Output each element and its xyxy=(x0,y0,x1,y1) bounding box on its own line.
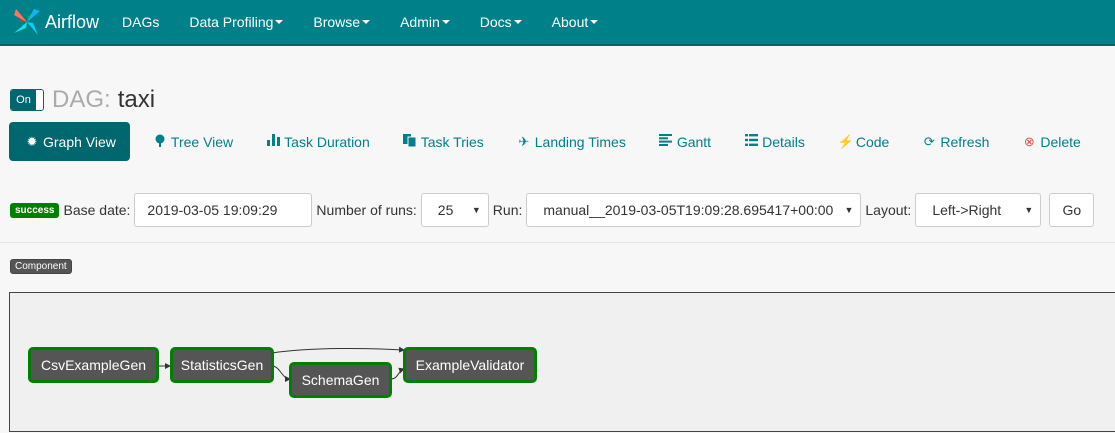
task-node-schemagen[interactable]: SchemaGen xyxy=(289,362,392,398)
nav-docs-label: Docs xyxy=(479,14,512,30)
tab-label: Delete xyxy=(1040,133,1081,150)
nav-data-profiling[interactable]: Data Profiling xyxy=(189,14,284,30)
flash-icon: ⚡ xyxy=(837,133,855,149)
chevron-down-icon: ▼ xyxy=(471,205,481,215)
run-value: manual__2019-03-05T19:09:28.695417+00:00 xyxy=(543,202,834,218)
base-date-input[interactable]: 2019-03-05 19:09:29 xyxy=(134,193,313,227)
bar-chart-icon xyxy=(266,134,280,149)
duplicate-icon xyxy=(402,133,417,150)
brand[interactable]: Airflow xyxy=(12,7,122,37)
tab-graph-view[interactable]: ✹ Graph View xyxy=(9,122,130,161)
num-runs-value: 25 xyxy=(437,202,454,218)
tab-landing-times[interactable]: ✈ Landing Times xyxy=(503,122,640,161)
caret-down-icon xyxy=(362,20,371,24)
nav-browse-label: Browse xyxy=(313,14,361,30)
nav-admin-label: Admin xyxy=(400,14,440,30)
dag-pause-toggle[interactable]: On xyxy=(10,89,44,111)
caret-down-icon xyxy=(441,20,450,24)
tab-label: Code xyxy=(855,133,890,150)
chevron-down-icon: ▼ xyxy=(1024,205,1034,215)
tab-tree-view[interactable]: Tree View xyxy=(139,122,247,161)
dag-header: On DAG: taxi xyxy=(10,86,155,114)
tab-gantt[interactable]: Gantt xyxy=(645,122,725,161)
base-date-label: Base date: xyxy=(63,202,131,218)
nav-docs[interactable]: Docs xyxy=(480,14,522,30)
nav-data-profiling-label: Data Profiling xyxy=(189,14,274,30)
tab-label: Graph View xyxy=(43,133,116,150)
tab-label: Landing Times xyxy=(534,133,626,150)
run-label: Run: xyxy=(492,202,523,218)
tab-details[interactable]: Details xyxy=(730,122,819,161)
refresh-icon: ⟳ xyxy=(923,133,935,149)
num-runs-label: Number of runs: xyxy=(316,202,417,218)
tab-task-duration[interactable]: Task Duration xyxy=(252,122,384,161)
task-node-statisticsgen[interactable]: StatisticsGen xyxy=(170,347,274,383)
tab-label: Task Duration xyxy=(284,133,370,150)
task-node-csvexamplegen[interactable]: CsvExampleGen xyxy=(28,347,159,383)
dag-prefix: DAG: xyxy=(52,86,111,113)
tab-refresh[interactable]: ⟳ Refresh xyxy=(908,122,1003,161)
chevron-down-icon: ▼ xyxy=(844,205,854,215)
tab-label: Refresh xyxy=(940,133,990,150)
list-icon xyxy=(744,134,758,149)
legend-component-badge: Component xyxy=(10,259,72,274)
dag-graph-canvas[interactable]: CsvExampleGen StatisticsGen SchemaGen Ex… xyxy=(9,292,1115,432)
edge-statistics-schema xyxy=(271,365,291,382)
brand-name: Airflow xyxy=(45,11,100,32)
caret-down-icon xyxy=(513,20,522,24)
tab-task-tries[interactable]: Task Tries xyxy=(389,122,498,161)
status-badge: success xyxy=(10,202,60,218)
tab-code[interactable]: ⚡ Code xyxy=(824,122,903,161)
plane-icon: ✈ xyxy=(518,133,530,149)
toggle-handle xyxy=(36,90,43,110)
nav-dags[interactable]: DAGs xyxy=(122,14,159,30)
caret-down-icon xyxy=(275,20,284,24)
tab-label: Gantt xyxy=(676,133,712,150)
nav-browse[interactable]: Browse xyxy=(313,14,371,30)
airflow-logo-icon xyxy=(12,7,42,37)
run-select[interactable]: manual__2019-03-05T19:09:28.695417+00:00… xyxy=(526,193,862,227)
tab-label: Task Tries xyxy=(420,133,484,150)
view-tabs: ✹ Graph View Tree View Task Duration Tas… xyxy=(9,122,1100,161)
edge-statistics-validator xyxy=(271,346,405,354)
nav-about-label: About xyxy=(551,14,589,30)
tree-icon xyxy=(153,134,167,150)
toggle-on-label: On xyxy=(11,90,36,110)
top-navbar: Airflow DAGs Data Profiling Browse Admin… xyxy=(0,0,1115,46)
nav-about[interactable]: About xyxy=(552,14,599,30)
task-node-examplevalidator[interactable]: ExampleValidator xyxy=(403,347,537,383)
filter-form: success Base date: 2019-03-05 19:09:29 N… xyxy=(10,193,1095,227)
remove-circle-icon: ⊗ xyxy=(1023,133,1035,149)
layout-value: Left->Right xyxy=(932,202,1002,218)
dag-name: taxi xyxy=(117,86,156,113)
gear-icon: ✹ xyxy=(26,133,38,149)
layout-label: Layout: xyxy=(865,202,912,218)
nav-dags-label: DAGs xyxy=(122,14,160,30)
tab-delete[interactable]: ⊗ Delete xyxy=(1008,122,1094,161)
align-left-icon xyxy=(659,134,673,149)
layout-select[interactable]: Left->Right ▼ xyxy=(915,193,1042,227)
tab-label: Tree View xyxy=(170,133,234,150)
nav-admin[interactable]: Admin xyxy=(400,14,450,30)
tab-label: Details xyxy=(762,133,805,150)
num-runs-select[interactable]: 25 ▼ xyxy=(420,193,489,227)
divider xyxy=(0,242,1115,243)
go-button[interactable]: Go xyxy=(1049,193,1095,227)
caret-down-icon xyxy=(590,20,599,24)
